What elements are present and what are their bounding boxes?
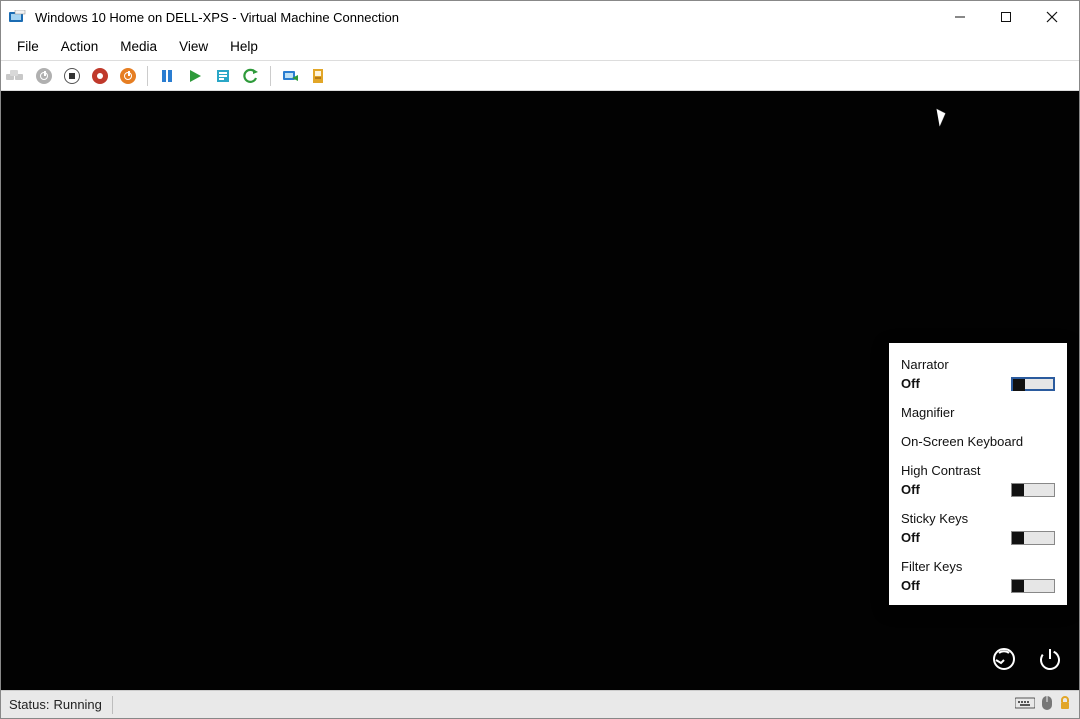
titlebar: Windows 10 Home on DELL-XPS - Virtual Ma… [1,1,1079,33]
ease-of-access-icon[interactable] [991,646,1017,672]
narrator-state: Off [901,376,920,391]
menu-file[interactable]: File [7,35,49,58]
toolbar-separator [147,66,148,86]
keyboard-icon [1015,696,1035,713]
shutdown-button[interactable] [89,65,111,87]
stop-button[interactable] [61,65,83,87]
checkpoint-button[interactable] [212,65,234,87]
menu-help[interactable]: Help [220,35,268,58]
share-button[interactable] [279,65,301,87]
narrator-toggle[interactable] [1011,377,1055,391]
filterkeys-state: Off [901,578,920,593]
filterkeys-toggle[interactable] [1011,579,1055,593]
pause-button[interactable] [156,65,178,87]
toolbar [1,61,1079,91]
reset-button[interactable] [117,65,139,87]
status-label: Status: [9,697,49,712]
start-button[interactable] [184,65,206,87]
enhanced-session-button[interactable] [307,65,329,87]
menubar: File Action Media View Help [1,33,1079,61]
status-value: Running [53,697,101,712]
highcontrast-label: High Contrast [901,463,1055,478]
menu-view[interactable]: View [169,35,218,58]
window-controls [937,2,1075,32]
maximize-button[interactable] [983,2,1029,32]
app-icon [9,10,27,24]
ctrl-alt-del-button[interactable] [5,65,27,87]
power-icon[interactable] [1037,646,1063,672]
osk-label[interactable]: On-Screen Keyboard [901,434,1055,449]
ease-of-access-panel: Narrator Off Magnifier On-Screen Keyboar… [889,343,1067,605]
menu-media[interactable]: Media [110,35,167,58]
stickykeys-toggle[interactable] [1011,531,1055,545]
vm-connection-window: Windows 10 Home on DELL-XPS - Virtual Ma… [0,0,1080,719]
mouse-icon [1041,695,1053,714]
vm-display[interactable]: Narrator Off Magnifier On-Screen Keyboar… [1,91,1079,690]
window-title: Windows 10 Home on DELL-XPS - Virtual Ma… [35,10,937,25]
magnifier-label[interactable]: Magnifier [901,405,1055,420]
status-divider [112,696,113,714]
revert-button[interactable] [240,65,262,87]
close-button[interactable] [1029,2,1075,32]
lock-icon [1059,695,1071,714]
highcontrast-state: Off [901,482,920,497]
minimize-button[interactable] [937,2,983,32]
narrator-label: Narrator [901,357,1055,372]
toolbar-separator [270,66,271,86]
stickykeys-label: Sticky Keys [901,511,1055,526]
stickykeys-state: Off [901,530,920,545]
menu-action[interactable]: Action [51,35,109,58]
turn-off-button[interactable] [33,65,55,87]
filterkeys-label: Filter Keys [901,559,1055,574]
highcontrast-toggle[interactable] [1011,483,1055,497]
statusbar: Status: Running [1,690,1079,718]
lock-screen-controls [991,646,1063,672]
